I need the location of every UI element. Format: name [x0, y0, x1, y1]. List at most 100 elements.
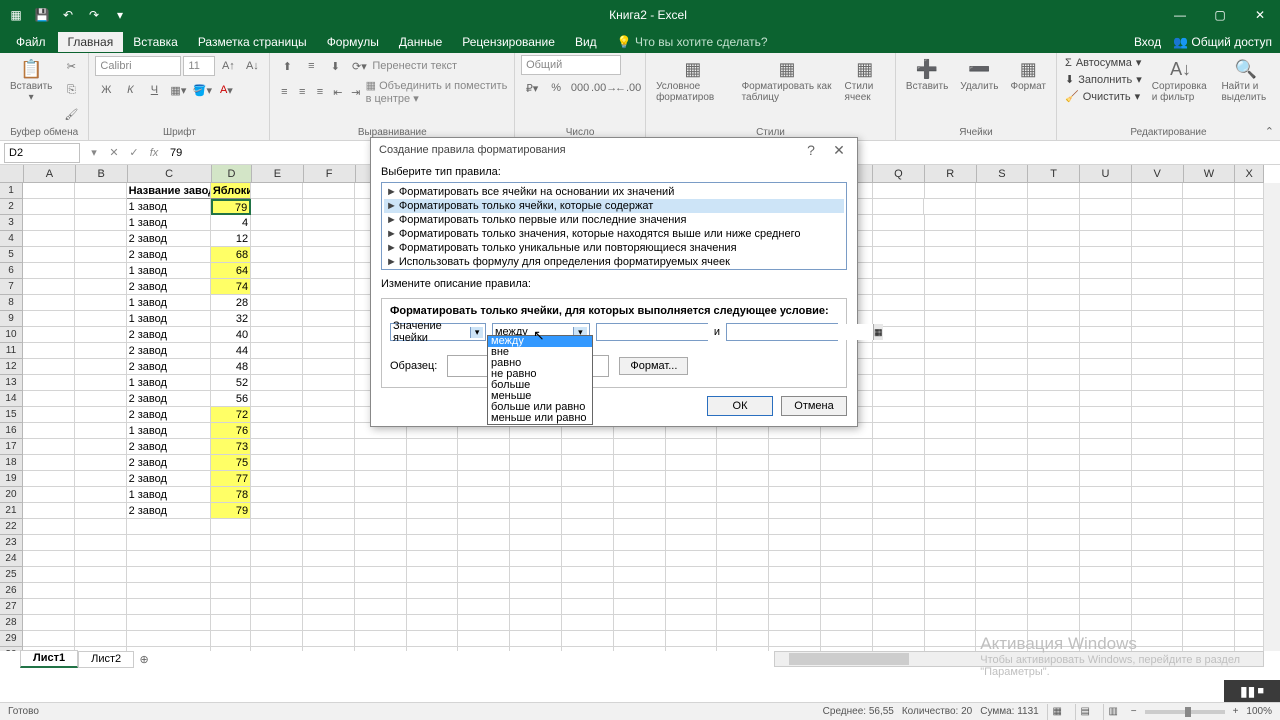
cell[interactable] — [510, 503, 562, 519]
cell[interactable] — [458, 503, 510, 519]
cell[interactable] — [976, 391, 1028, 407]
cell[interactable] — [1028, 199, 1080, 215]
cell[interactable] — [873, 343, 925, 359]
increase-font-icon[interactable]: A↑ — [217, 55, 239, 77]
cell[interactable] — [211, 599, 251, 615]
cell[interactable] — [1080, 583, 1132, 599]
page-layout-icon[interactable]: ▤ — [1075, 704, 1095, 720]
cell[interactable] — [1183, 359, 1235, 375]
cell[interactable] — [1132, 199, 1184, 215]
cell[interactable] — [75, 439, 127, 455]
cell[interactable] — [873, 487, 925, 503]
format-cells-button[interactable]: ▦Формат — [1006, 55, 1050, 94]
cell[interactable] — [355, 631, 407, 647]
cell[interactable] — [562, 471, 614, 487]
cell[interactable] — [23, 183, 75, 199]
cell[interactable] — [769, 551, 821, 567]
cell[interactable] — [666, 615, 718, 631]
cell[interactable] — [251, 503, 303, 519]
cell[interactable] — [1080, 439, 1132, 455]
cell[interactable] — [769, 519, 821, 535]
cell[interactable] — [355, 519, 407, 535]
cell[interactable] — [1235, 455, 1264, 471]
cell[interactable] — [873, 615, 925, 631]
cell[interactable] — [873, 423, 925, 439]
cell[interactable] — [1028, 295, 1080, 311]
cell[interactable] — [976, 615, 1028, 631]
column-header[interactable]: C — [128, 165, 212, 182]
cell[interactable] — [1080, 615, 1132, 631]
cell[interactable] — [873, 439, 925, 455]
column-header[interactable]: A — [24, 165, 76, 182]
cell[interactable] — [925, 487, 977, 503]
cell[interactable] — [614, 535, 666, 551]
cell[interactable] — [211, 519, 251, 535]
cell[interactable] — [510, 439, 562, 455]
cell[interactable] — [1132, 215, 1184, 231]
cell[interactable]: 76 — [211, 423, 251, 439]
cell[interactable] — [23, 583, 75, 599]
cell[interactable] — [75, 359, 127, 375]
cell[interactable] — [1183, 407, 1235, 423]
cell[interactable] — [1080, 375, 1132, 391]
cell[interactable] — [23, 263, 75, 279]
cell[interactable] — [23, 423, 75, 439]
cell[interactable] — [1183, 439, 1235, 455]
cell[interactable]: 2 завод — [127, 439, 211, 455]
format-as-table-button[interactable]: ▦Форматировать как таблицу — [738, 55, 837, 105]
cell[interactable] — [821, 599, 873, 615]
cell[interactable] — [769, 599, 821, 615]
cell[interactable]: 64 — [211, 263, 251, 279]
font-name-input[interactable] — [95, 56, 181, 76]
cell[interactable] — [1235, 407, 1264, 423]
cell[interactable]: 32 — [211, 311, 251, 327]
dialog-close-icon[interactable]: ✕ — [829, 142, 849, 159]
rule-type-item[interactable]: ►Форматировать только значения, которые … — [384, 227, 844, 241]
cell[interactable] — [1183, 471, 1235, 487]
operator-dropdown[interactable]: междувнеравноне равнобольшеменьшебольше … — [487, 335, 593, 425]
row-header[interactable]: 17 — [0, 439, 23, 455]
cell[interactable] — [925, 439, 977, 455]
column-header[interactable]: T — [1028, 165, 1080, 182]
cell[interactable] — [976, 199, 1028, 215]
cell[interactable]: 77 — [211, 471, 251, 487]
qat-dropdown-icon[interactable]: ▾ — [108, 2, 132, 28]
cell[interactable] — [717, 551, 769, 567]
cell[interactable] — [873, 535, 925, 551]
cell[interactable] — [976, 247, 1028, 263]
cell[interactable] — [976, 519, 1028, 535]
cell[interactable] — [407, 455, 459, 471]
cell[interactable] — [717, 647, 769, 651]
cell[interactable] — [1132, 471, 1184, 487]
cell[interactable] — [1183, 535, 1235, 551]
column-header[interactable]: X — [1235, 165, 1264, 182]
cell[interactable] — [717, 583, 769, 599]
cell[interactable]: 44 — [211, 343, 251, 359]
cell[interactable] — [75, 215, 127, 231]
cell[interactable] — [407, 535, 459, 551]
cell[interactable] — [562, 583, 614, 599]
cell[interactable] — [303, 535, 355, 551]
cell[interactable] — [1183, 343, 1235, 359]
cell[interactable] — [873, 247, 925, 263]
cell[interactable]: 72 — [211, 407, 251, 423]
comma-icon[interactable]: 000 — [569, 77, 591, 99]
cell[interactable] — [562, 615, 614, 631]
cell[interactable] — [1235, 567, 1264, 583]
cell[interactable]: Название завода — [127, 183, 211, 199]
cell[interactable] — [1235, 599, 1264, 615]
cell[interactable] — [1028, 215, 1080, 231]
cell[interactable] — [211, 551, 251, 567]
cell[interactable] — [1183, 247, 1235, 263]
cell[interactable] — [873, 391, 925, 407]
cell[interactable] — [355, 455, 407, 471]
cell[interactable] — [75, 503, 127, 519]
cell[interactable] — [925, 231, 977, 247]
row-header[interactable]: 6 — [0, 263, 23, 279]
zoom-out-icon[interactable]: − — [1131, 706, 1137, 717]
cell[interactable] — [873, 279, 925, 295]
cell[interactable] — [355, 583, 407, 599]
cell[interactable] — [23, 519, 75, 535]
cell[interactable]: 1 завод — [127, 375, 211, 391]
delete-cells-button[interactable]: ➖Удалить — [956, 55, 1002, 94]
